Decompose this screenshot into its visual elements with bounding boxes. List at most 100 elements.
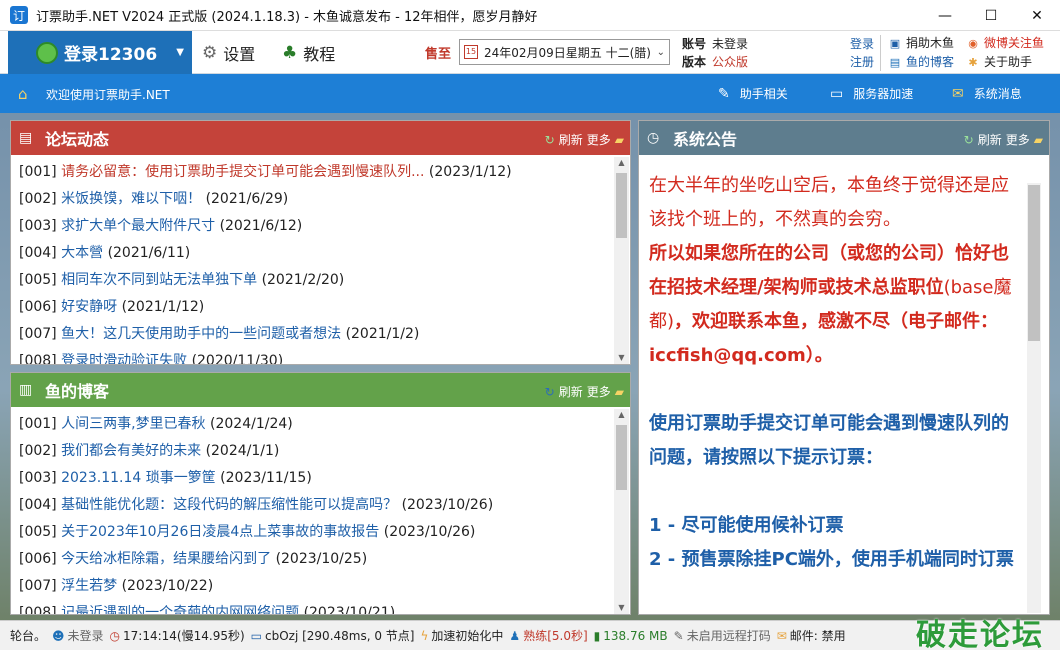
- item-title[interactable]: 请务必留意：使用订票助手提交订单可能会遇到慢速队列...: [61, 164, 424, 180]
- list-item[interactable]: [003] 求扩大单个最大附件尺寸 (2021/6/12): [19, 213, 614, 240]
- login-link[interactable]: 登录: [850, 35, 874, 53]
- item-title[interactable]: 基础性能优化题：这段代码的解压缩性能可以提高吗？: [61, 497, 397, 513]
- list-item[interactable]: [006] 好安静呀 (2021/1/12): [19, 294, 614, 321]
- date-picker[interactable]: 15 24年02月09日星期五 十二(腊) ⌄: [459, 39, 670, 65]
- notice-more-link[interactable]: 更多: [1006, 131, 1030, 148]
- chevron-down-icon[interactable]: ▼: [176, 47, 184, 58]
- scroll-thumb[interactable]: [1028, 185, 1040, 341]
- item-title[interactable]: 相同车次不同到站无法单独下单: [61, 272, 257, 288]
- blog-scrollbar[interactable]: ▲ ▼: [614, 409, 629, 614]
- scroll-up-icon[interactable]: ▲: [614, 409, 629, 421]
- list-item[interactable]: [005] 关于2023年10月26日凌晨4点上菜事故的事故报告 (2023/1…: [19, 519, 614, 546]
- status-node[interactable]: ▭ cbOzj [290.48ms, 0 节点]: [248, 627, 418, 644]
- status-skill[interactable]: ♟ 熟练[5.0秒]: [506, 627, 590, 644]
- item-date: (2021/6/29): [205, 191, 289, 207]
- item-title[interactable]: 登录时滑动验证失败: [61, 353, 187, 364]
- item-title[interactable]: 今天给冰柜除霜，结果腰给闪到了: [61, 551, 271, 567]
- item-title[interactable]: 2023.11.14 琐事一箩筐: [61, 470, 216, 486]
- refresh-icon: ↻: [963, 132, 974, 147]
- list-item[interactable]: [008] 记最近遇到的一个奇葩的内网网络问题 (2023/10/21): [19, 600, 614, 614]
- account-label: 账号: [682, 37, 707, 51]
- close-icon[interactable]: ✕: [1014, 0, 1060, 31]
- item-title[interactable]: 鱼大！这几天使用助手中的一些问题或者想法: [61, 326, 341, 342]
- list-item[interactable]: [007] 鱼大！这几天使用助手中的一些问题或者想法 (2021/1/2): [19, 321, 614, 348]
- item-title[interactable]: 米饭换馍，难以下咽！: [61, 191, 201, 207]
- window-controls: — ☐ ✕: [922, 0, 1060, 31]
- list-item[interactable]: [002] 米饭换馍，难以下咽！ (2021/6/29): [19, 186, 614, 213]
- blog-more-link[interactable]: 更多: [587, 383, 611, 400]
- mail-icon: ✉: [952, 85, 964, 102]
- scroll-down-icon[interactable]: ▼: [614, 602, 629, 614]
- forum-refresh-link[interactable]: 刷新: [559, 131, 583, 148]
- server-accel-menu[interactable]: ▭ 服务器加速: [830, 85, 913, 102]
- scroll-up-icon[interactable]: ▲: [614, 157, 629, 169]
- version-label: 版本: [682, 55, 707, 69]
- list-item[interactable]: [002] 我们都会有美好的未来 (2024/1/1): [19, 438, 614, 465]
- item-title[interactable]: 我们都会有美好的未来: [61, 443, 201, 459]
- forum-more-link[interactable]: 更多: [587, 131, 611, 148]
- list-item[interactable]: [005] 相同车次不同到站无法单独下单 (2021/2/20): [19, 267, 614, 294]
- status-text: 加速初始化中: [431, 629, 504, 643]
- scroll-down-icon[interactable]: ▼: [614, 352, 629, 364]
- forum-title: 论坛动态: [45, 130, 110, 149]
- calendar-icon: 15: [464, 45, 478, 59]
- item-title[interactable]: 大本營: [61, 245, 103, 261]
- login-button[interactable]: 登录12306 ▼: [8, 31, 192, 74]
- notice-refresh-link[interactable]: 刷新: [978, 131, 1002, 148]
- forum-scrollbar[interactable]: ▲ ▼: [614, 157, 629, 364]
- maximize-icon[interactable]: ☐: [968, 0, 1014, 31]
- chevron-down-icon[interactable]: ⌄: [657, 47, 665, 58]
- settings-button[interactable]: ⚙ 设置: [202, 31, 255, 74]
- weibo-link[interactable]: ◉ 微博关注鱼: [966, 34, 1044, 53]
- status-text: 轮台。: [10, 629, 47, 643]
- helper-icon: ✎: [718, 85, 730, 102]
- welcome-tab[interactable]: 欢迎使用订票助手.NET: [46, 86, 170, 103]
- item-index: [008]: [19, 353, 57, 364]
- forum-header: ▤ 论坛动态 ↻ 刷新 更多 ▰: [11, 121, 630, 155]
- item-title[interactable]: 好安静呀: [61, 299, 117, 315]
- tutorial-button[interactable]: ♣ 教程: [282, 31, 335, 74]
- account-links: 登录 注册: [850, 35, 874, 71]
- list-item[interactable]: [008] 登录时滑动验证失败 (2020/11/30): [19, 348, 614, 364]
- scroll-thumb[interactable]: [616, 425, 627, 490]
- list-item[interactable]: [001] 人间三两事,梦里已春秋 (2024/1/24): [19, 411, 614, 438]
- list-item[interactable]: [006] 今天给冰柜除霜，结果腰给闪到了 (2023/10/25): [19, 546, 614, 573]
- item-index: [002]: [19, 443, 57, 459]
- status-text: 17:14:14(慢14.95秒): [123, 629, 245, 643]
- watermark-text: 破走论坛: [916, 618, 1044, 650]
- status-mail[interactable]: ✉ 邮件: 禁用: [774, 627, 849, 644]
- donate-link[interactable]: ▣ 捐助木鱼: [888, 34, 966, 53]
- blog-refresh-link[interactable]: 刷新: [559, 383, 583, 400]
- status-accel[interactable]: ϟ 加速初始化中: [417, 627, 506, 644]
- status-login[interactable]: ☻ 未登录: [49, 627, 107, 644]
- item-index: [005]: [19, 524, 57, 540]
- status-text: 138.76 MB: [603, 628, 668, 643]
- list-item[interactable]: [003] 2023.11.14 琐事一箩筐 (2023/11/15): [19, 465, 614, 492]
- item-title[interactable]: 关于2023年10月26日凌晨4点上菜事故的事故报告: [61, 524, 379, 540]
- notice-scrollbar[interactable]: [1027, 183, 1041, 613]
- list-item[interactable]: [004] 基础性能优化题：这段代码的解压缩性能可以提高吗？ (2023/10/…: [19, 492, 614, 519]
- status-text: cbOzj [290.48ms, 0 节点]: [265, 629, 415, 643]
- list-item[interactable]: [004] 大本營 (2021/6/11): [19, 240, 614, 267]
- blog-title: 鱼的博客: [45, 382, 110, 401]
- item-title[interactable]: 人间三两事,梦里已春秋: [61, 416, 205, 432]
- minimize-icon[interactable]: —: [922, 0, 968, 31]
- scroll-thumb[interactable]: [616, 173, 627, 238]
- helper-menu[interactable]: ✎ 助手相关: [718, 85, 788, 102]
- blog-icon: ▤: [889, 56, 901, 69]
- blog-label: 鱼的博客: [906, 55, 955, 69]
- system-messages-menu[interactable]: ✉ 系统消息: [952, 85, 1022, 102]
- item-date: (2021/6/12): [219, 218, 303, 234]
- item-title[interactable]: 求扩大单个最大附件尺寸: [61, 218, 215, 234]
- blog-link[interactable]: ▤ 鱼的博客: [888, 53, 966, 72]
- status-time[interactable]: ◷ 17:14:14(慢14.95秒): [107, 627, 248, 644]
- status-captcha[interactable]: ✎ 未启用远程打码: [671, 627, 774, 644]
- item-title[interactable]: 记最近遇到的一个奇葩的内网网络问题: [61, 605, 299, 614]
- item-date: (2023/10/21): [303, 605, 396, 614]
- list-item[interactable]: [001] 请务必留意：使用订票助手提交订单可能会遇到慢速队列... (2023…: [19, 159, 614, 186]
- list-item[interactable]: [007] 浮生若梦 (2023/10/22): [19, 573, 614, 600]
- register-link[interactable]: 注册: [850, 53, 874, 71]
- home-icon[interactable]: ⌂: [18, 85, 28, 103]
- item-title[interactable]: 浮生若梦: [61, 578, 117, 594]
- about-link[interactable]: ✱ 关于助手: [966, 53, 1044, 72]
